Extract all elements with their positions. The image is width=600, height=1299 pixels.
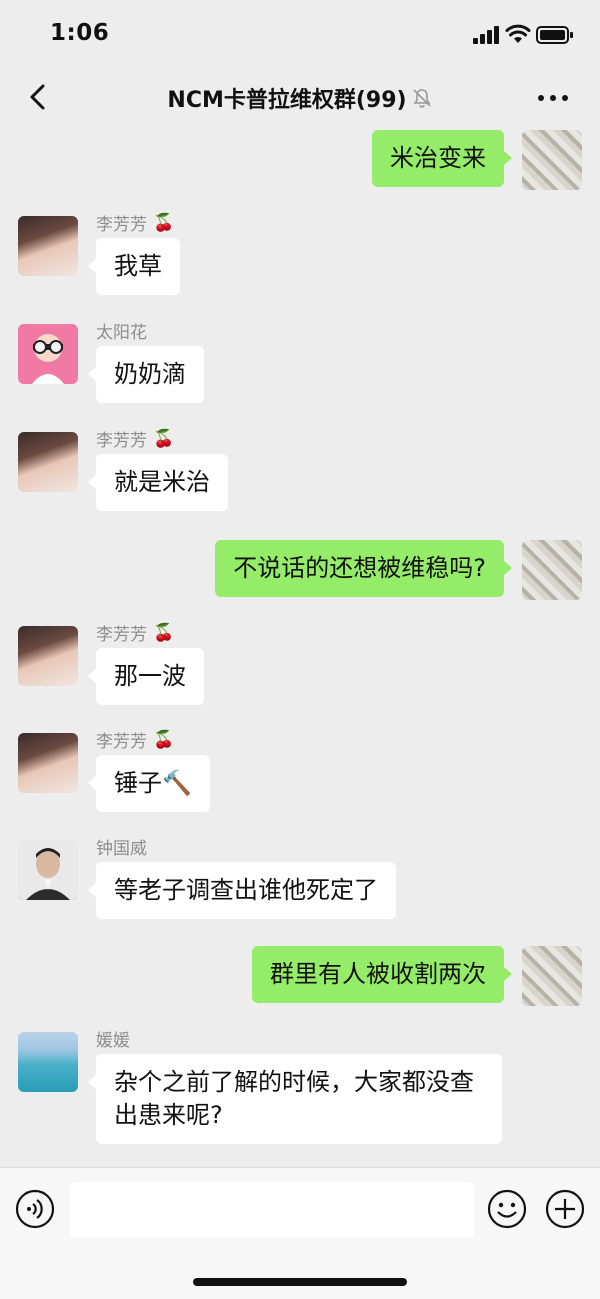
sender-label: 李芳芳 bbox=[96, 625, 147, 645]
cherry-emoji: 🍒 bbox=[153, 622, 175, 643]
sender-name: 钟国威 bbox=[96, 834, 147, 859]
avatar[interactable] bbox=[18, 840, 78, 900]
sender-name: 媛媛 bbox=[96, 1026, 130, 1051]
message-bubble[interactable]: 米治变来 bbox=[372, 130, 512, 187]
cherry-emoji: 🍒 bbox=[153, 428, 175, 449]
avatar-self[interactable] bbox=[522, 130, 582, 190]
battery-icon bbox=[536, 26, 573, 44]
man-avatar-art bbox=[18, 840, 78, 900]
sender-label: 李芳芳 bbox=[96, 732, 147, 752]
sender-label: 太阳花 bbox=[96, 323, 147, 343]
chat-header: NCM卡普拉维权群(99) bbox=[0, 70, 600, 126]
sender-name: 李芳芳 🍒 bbox=[96, 620, 175, 646]
message-bubble[interactable]: 锤子🔨 bbox=[88, 755, 210, 812]
cherry-emoji: 🍒 bbox=[153, 212, 175, 233]
message-bubble[interactable]: 就是米治 bbox=[88, 454, 228, 511]
plus-icon[interactable] bbox=[544, 1188, 586, 1230]
message-input[interactable] bbox=[70, 1182, 474, 1238]
sender-name: 李芳芳 🍒 bbox=[96, 727, 175, 753]
sender-label: 媛媛 bbox=[96, 1031, 130, 1051]
sunflower-avatar-art bbox=[32, 334, 64, 384]
message-bubble[interactable]: 奶奶滴 bbox=[88, 346, 204, 403]
input-bar bbox=[0, 1167, 600, 1299]
sender-label: 李芳芳 bbox=[96, 431, 147, 451]
avatar[interactable] bbox=[18, 733, 78, 793]
avatar-self[interactable] bbox=[522, 540, 582, 600]
sender-label: 李芳芳 bbox=[96, 215, 147, 235]
more-icon[interactable] bbox=[536, 88, 570, 108]
home-indicator bbox=[193, 1278, 407, 1286]
avatar[interactable] bbox=[18, 324, 78, 384]
message-bubble[interactable]: 那一波 bbox=[88, 648, 204, 705]
message-bubble[interactable]: 杂个之前了解的时候，大家都没查出患来呢? bbox=[88, 1054, 502, 1144]
mute-icon bbox=[413, 89, 431, 108]
message-bubble[interactable]: 群里有人被收割两次 bbox=[252, 946, 512, 1003]
sender-name: 李芳芳 🍒 bbox=[96, 426, 175, 452]
chat-title: NCM卡普拉维权群(99) bbox=[167, 88, 407, 113]
status-time: 1:06 bbox=[50, 20, 110, 46]
emoji-icon[interactable] bbox=[486, 1188, 528, 1230]
avatar[interactable] bbox=[18, 626, 78, 686]
cherry-emoji: 🍒 bbox=[153, 729, 175, 750]
avatar[interactable] bbox=[18, 432, 78, 492]
message-bubble[interactable]: 我草 bbox=[88, 238, 180, 295]
status-bar: 1:06 bbox=[0, 0, 600, 70]
chat-title-group: NCM卡普拉维权群(99) bbox=[0, 82, 600, 114]
cellular-signal-icon bbox=[473, 26, 499, 44]
avatar[interactable] bbox=[18, 1032, 78, 1092]
sender-name: 太阳花 bbox=[96, 318, 147, 343]
avatar[interactable] bbox=[18, 216, 78, 276]
sender-name: 李芳芳 🍒 bbox=[96, 210, 175, 236]
message-list[interactable]: 米治变来 李芳芳 🍒 我草 太阳花 奶奶滴 李芳芳 🍒 就是米治 不说话的还想被… bbox=[0, 126, 600, 1167]
message-bubble[interactable]: 等老子调查出谁他死定了 bbox=[88, 862, 396, 919]
avatar-self[interactable] bbox=[522, 946, 582, 1006]
message-bubble[interactable]: 不说话的还想被维稳吗? bbox=[215, 540, 512, 597]
sender-label: 钟国威 bbox=[96, 839, 147, 859]
voice-icon[interactable] bbox=[14, 1188, 56, 1230]
wifi-icon bbox=[505, 24, 531, 43]
